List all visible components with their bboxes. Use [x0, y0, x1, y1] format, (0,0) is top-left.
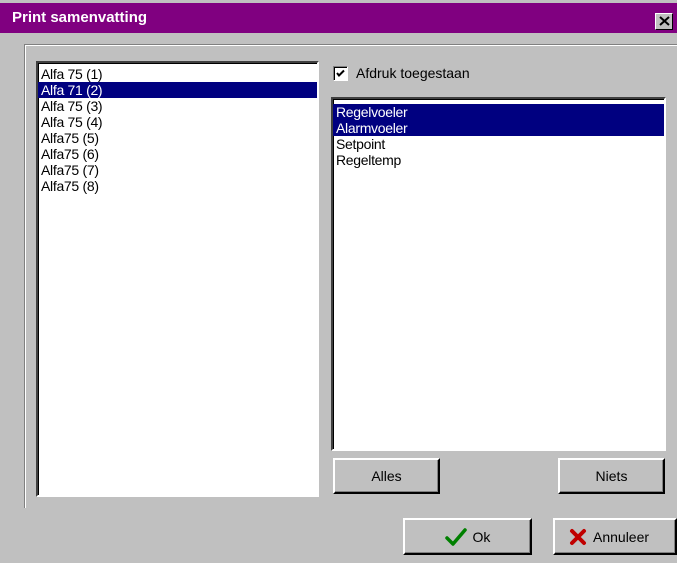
- red-x-icon: [570, 528, 586, 545]
- green-check-icon: [444, 527, 467, 546]
- list-item[interactable]: Setpoint: [333, 136, 664, 152]
- list-item[interactable]: Alfa 75 (4): [38, 114, 317, 130]
- list-item[interactable]: Alfa75 (7): [38, 162, 317, 178]
- device-list[interactable]: Alfa 75 (1) Alfa 71 (2) Alfa 75 (3) Alfa 75…: [36, 61, 319, 497]
- list-item[interactable]: Alfa75 (6): [38, 146, 317, 162]
- checkmark-icon: [336, 69, 345, 77]
- list-item[interactable]: Alfa75 (8): [38, 178, 317, 194]
- print-summary-dialog: Print samenvatting Alfa 75 (1) Alfa 71 (2…: [0, 0, 677, 563]
- print-allowed-label: Afdruk toegestaan: [356, 65, 470, 81]
- field-list[interactable]: Regelvoeler Alarmvoeler Setpoint Regeltemp: [331, 97, 666, 451]
- list-item[interactable]: Alfa 75 (3): [38, 98, 317, 114]
- list-item[interactable]: Alfa 71 (2): [38, 82, 317, 98]
- list-item[interactable]: Regelvoeler: [333, 104, 664, 120]
- select-none-label: Niets: [595, 468, 628, 484]
- ok-label: Ok: [472, 528, 491, 545]
- select-none-button[interactable]: Niets: [558, 458, 665, 494]
- list-item[interactable]: Regeltemp: [333, 152, 664, 168]
- select-all-label: Alles: [371, 468, 402, 484]
- ok-button[interactable]: Ok: [403, 518, 532, 555]
- print-allowed-checkbox[interactable]: [333, 65, 348, 81]
- select-all-button[interactable]: Alles: [333, 458, 440, 494]
- title-bar: Print samenvatting: [0, 3, 677, 33]
- print-allowed-option[interactable]: Afdruk toegestaan: [333, 64, 470, 82]
- close-button[interactable]: [655, 13, 673, 30]
- cancel-label: Annuleer: [593, 528, 650, 545]
- list-item[interactable]: Alfa 75 (1): [38, 66, 317, 82]
- close-icon: [659, 16, 670, 26]
- window-title: Print samenvatting: [12, 9, 148, 26]
- cancel-button[interactable]: Annuleer: [553, 518, 677, 555]
- list-item[interactable]: Alfa75 (5): [38, 130, 317, 146]
- list-item[interactable]: Alarmvoeler: [333, 120, 664, 136]
